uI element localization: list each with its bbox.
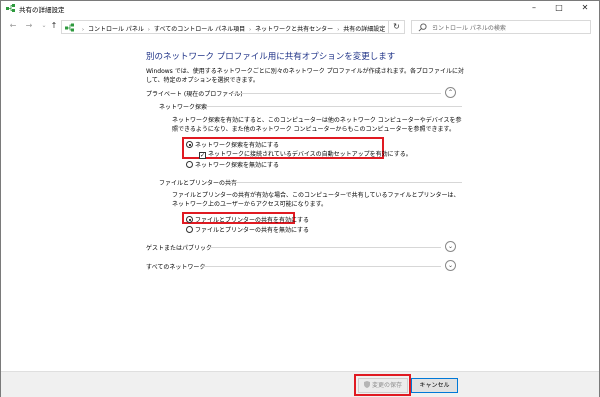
discovery-on-label: ネットワーク探索を有効にする xyxy=(195,142,280,149)
save-changes-label: 変更の保存 xyxy=(371,382,402,389)
guest-section-label[interactable]: ゲストまたはパブリック xyxy=(146,243,212,252)
window-title: 共有の詳細設定 xyxy=(19,6,65,14)
cancel-label: キャンセル xyxy=(419,382,450,389)
footer-bar: 変更の保存 キャンセル xyxy=(1,371,599,397)
search-icon xyxy=(418,23,427,32)
breadcrumb-all-items[interactable]: すべてのコントロール パネル項目 xyxy=(154,26,245,33)
all-networks-section-label[interactable]: すべてのネットワーク xyxy=(146,262,205,271)
refresh-button[interactable]: ↻ xyxy=(389,20,405,34)
auto-setup-option[interactable]: ✓ ネットワークに接続されているデバイスの自動セットアップを有効にする。 xyxy=(199,149,412,159)
divider xyxy=(206,106,462,107)
radio-unselected[interactable] xyxy=(186,161,193,168)
page-title: 別のネットワーク プロファイル用に共有オプションを変更します xyxy=(146,52,396,62)
radio-selected[interactable] xyxy=(186,216,193,223)
minimize-button[interactable]: – xyxy=(521,1,547,15)
network-icon xyxy=(65,23,74,32)
title-bar: 共有の詳細設定 – □ ✕ xyxy=(1,1,599,15)
file-sharing-off-label: ファイルとプリンターの共有を無効にする xyxy=(195,227,310,234)
cancel-button[interactable]: キャンセル xyxy=(411,378,458,393)
radio-unselected[interactable] xyxy=(186,226,193,233)
file-sharing-on-label: ファイルとプリンターの共有を有効にする xyxy=(195,217,310,224)
shield-icon xyxy=(363,381,370,388)
expand-all-networks-button[interactable]: ⌄ xyxy=(445,260,456,271)
checkbox-checked[interactable]: ✓ xyxy=(199,152,206,159)
discovery-off-option[interactable]: ネットワーク探索を無効にする xyxy=(186,160,279,169)
address-bar[interactable]: › コントロール パネル › すべてのコントロール パネル項目 › ネットワークと共有セン… xyxy=(61,20,437,34)
main-content: 別のネットワーク プロファイル用に共有オプションを変更します Windows で… xyxy=(1,39,599,371)
up-button[interactable]: ↑ xyxy=(48,20,60,32)
search-placeholder: コントロール パネルの検索 xyxy=(432,25,506,32)
file-sharing-on-option[interactable]: ファイルとプリンターの共有を有効にする xyxy=(186,215,309,224)
radio-selected[interactable] xyxy=(186,141,193,148)
network-discovery-heading: ネットワーク探索 xyxy=(159,104,208,111)
save-changes-button[interactable]: 変更の保存 xyxy=(358,378,408,393)
private-section-label[interactable]: プライベート (現在のプロファイル) xyxy=(146,89,243,98)
chevron-right-icon[interactable]: › xyxy=(148,27,150,33)
network-icon xyxy=(6,4,15,12)
divider xyxy=(226,182,462,183)
discovery-off-label: ネットワーク探索を無効にする xyxy=(195,162,280,169)
close-button[interactable]: ✕ xyxy=(572,1,598,15)
divider xyxy=(201,266,441,267)
chevron-right-icon: › xyxy=(82,27,84,33)
breadcrumb-advanced-sharing[interactable]: 共有の詳細設定 xyxy=(343,26,385,33)
divider xyxy=(231,93,441,94)
chevron-right-icon[interactable]: › xyxy=(337,27,339,33)
divider xyxy=(208,247,441,248)
discovery-on-option[interactable]: ネットワーク探索を有効にする xyxy=(186,140,279,149)
file-sharing-description: ファイルとプリンターの共有が有効な場合、このコンピューターで共有しているファイル… xyxy=(172,192,460,208)
maximize-button[interactable]: □ xyxy=(546,1,572,15)
breadcrumb: › コントロール パネル › すべてのコントロール パネル項目 › ネットワークと共有セン… xyxy=(78,24,385,33)
breadcrumb-control-panel[interactable]: コントロール パネル xyxy=(88,26,144,33)
auto-setup-label: ネットワークに接続されているデバイスの自動セットアップを有効にする。 xyxy=(208,151,412,158)
file-sharing-off-option[interactable]: ファイルとプリンターの共有を無効にする xyxy=(186,225,309,234)
chevron-right-icon[interactable]: › xyxy=(249,27,251,33)
collapse-private-button[interactable]: ⌃ xyxy=(445,87,456,98)
forward-button[interactable]: → xyxy=(23,20,35,32)
intro-text: Windows では、使用するネットワークごとに別々のネットワーク プロファイル… xyxy=(146,68,464,84)
advanced-sharing-window: 共有の詳細設定 – □ ✕ ← → ⌄ ↑ › コントロール パネル › すべてのコン… xyxy=(0,0,600,397)
breadcrumb-network-center[interactable]: ネットワークと共有センター xyxy=(255,26,333,33)
back-button[interactable]: ← xyxy=(7,20,19,32)
address-row: ← → ⌄ ↑ › コントロール パネル › すべてのコントロール パネル項目 › ネット… xyxy=(1,17,599,37)
network-discovery-description: ネットワーク探索を有効にすると、このコンピューターは他のネットワーク コンピュー… xyxy=(172,117,462,133)
expand-guest-button[interactable]: ⌄ xyxy=(445,241,456,252)
search-input[interactable]: コントロール パネルの検索 xyxy=(411,20,591,34)
